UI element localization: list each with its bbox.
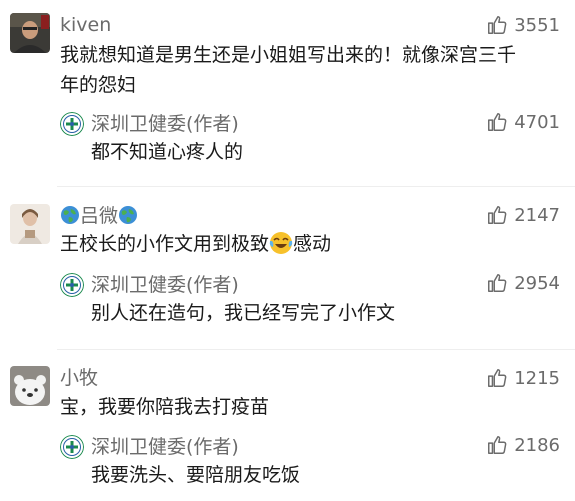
like-count: 1215 xyxy=(514,367,560,389)
thumbs-up-icon xyxy=(488,206,507,224)
comment-text: 宝，我要你陪我去打疫苗 xyxy=(60,396,270,418)
thumbs-up-icon xyxy=(488,16,507,34)
reply-text: 都不知道心疼人的 xyxy=(91,141,244,163)
comment-text-segment: 王校长的小作文用到极致 xyxy=(60,233,270,255)
health-commission-logo-icon xyxy=(60,112,84,136)
person-photo-icon xyxy=(10,13,50,53)
commenter-avatar-lvwei[interactable] xyxy=(10,204,50,244)
commenter-avatar-kiven[interactable] xyxy=(10,13,50,53)
comment-text-line: 我就想知道是男生还是小姐姐写出来的！就像深宫三千 xyxy=(60,44,517,66)
like-button[interactable]: 2954 xyxy=(486,272,560,294)
like-count: 2954 xyxy=(514,272,560,294)
like-button[interactable]: 2186 xyxy=(486,434,560,456)
like-count: 2147 xyxy=(514,204,560,226)
bear-avatar-icon xyxy=(10,366,50,406)
reply-author-name[interactable]: 深圳卫健委(作者) xyxy=(91,112,239,136)
thumbs-up-icon xyxy=(488,113,507,131)
reply-text: 我要洗头、要陪朋友吃饭 xyxy=(91,464,301,486)
like-button[interactable]: 1215 xyxy=(486,367,560,389)
commenter-name[interactable]: 小牧 xyxy=(60,366,98,390)
comment-text: 我就想知道是男生还是小姐姐写出来的！就像深宫三千 年的怨妇 xyxy=(60,40,516,100)
like-count: 4701 xyxy=(514,111,560,133)
commenter-name[interactable]: 吕微 xyxy=(80,205,118,227)
commenter-name[interactable]: kiven xyxy=(60,13,111,37)
like-button[interactable]: 3551 xyxy=(486,14,560,36)
comment-text: 王校长的小作文用到极致 感动 xyxy=(60,229,331,259)
health-commission-logo-icon xyxy=(60,435,84,459)
person-photo-icon xyxy=(10,204,50,244)
like-count: 3551 xyxy=(514,14,560,36)
thumbs-up-icon xyxy=(488,274,507,292)
reply-author-name[interactable]: 深圳卫健委(作者) xyxy=(91,273,239,297)
thumbs-up-icon xyxy=(488,369,507,387)
crying-laughing-emoji-icon xyxy=(269,232,293,254)
author-avatar[interactable] xyxy=(60,273,84,297)
like-count: 2186 xyxy=(514,434,560,456)
thumbs-up-icon xyxy=(488,436,507,454)
like-button[interactable]: 2147 xyxy=(486,204,560,226)
divider xyxy=(57,186,575,187)
health-commission-logo-icon xyxy=(60,273,84,297)
reply-text: 别人还在造句，我已经写完了小作文 xyxy=(91,302,396,324)
author-avatar[interactable] xyxy=(60,435,84,459)
globe-icon xyxy=(119,206,138,224)
reply-author-name[interactable]: 深圳卫健委(作者) xyxy=(91,435,239,459)
comment-text-line: 年的怨妇 xyxy=(60,74,137,96)
commenter-name-row: 吕微 xyxy=(60,204,138,228)
divider xyxy=(57,349,575,350)
like-button[interactable]: 4701 xyxy=(486,111,560,133)
comment-text-segment: 感动 xyxy=(293,233,332,255)
author-avatar[interactable] xyxy=(60,112,84,136)
commenter-avatar-xiaomu[interactable] xyxy=(10,366,50,406)
globe-icon xyxy=(61,206,79,224)
